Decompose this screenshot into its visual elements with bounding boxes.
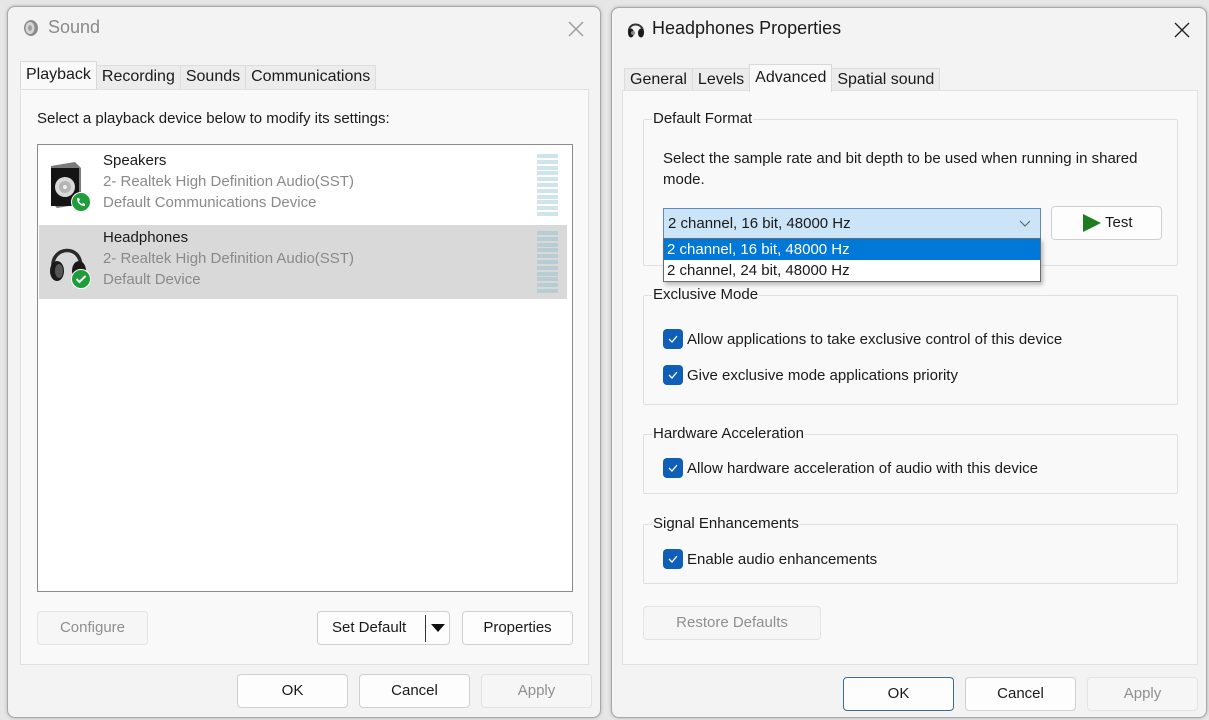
properties-button[interactable]: Properties [462,611,573,645]
props-tabs: General Levels Advanced Spatial sound [624,64,941,92]
exclusive-priority-checkbox-row[interactable]: Give exclusive mode applications priorit… [663,364,958,386]
group-label: Exclusive Mode [652,286,760,303]
set-default-button[interactable]: Set Default [317,611,450,645]
volume-meter [537,154,558,216]
playback-panel: Select a playback device below to modify… [20,89,589,665]
checkbox-checked[interactable] [663,549,683,569]
format-dropdown-list: 2 channel, 16 bit, 48000 Hz 2 channel, 2… [663,238,1041,282]
close-button[interactable] [1168,16,1196,44]
ok-button[interactable]: OK [843,677,954,711]
device-driver: 2- Realtek High Definition Audio(SST) [103,250,354,267]
device-name: Headphones [103,229,189,246]
format-option[interactable]: 2 channel, 24 bit, 48000 Hz [664,260,1040,281]
speaker-icon [22,18,42,38]
window-title: Sound [48,17,101,37]
checkmark-icon [668,371,678,379]
split-divider [425,615,426,642]
format-select[interactable]: 2 channel, 16 bit, 48000 Hz [663,208,1041,239]
format-description: Select the sample rate and bit depth to … [663,150,1138,188]
format-selected-value: 2 channel, 16 bit, 48000 Hz [668,215,851,232]
sound-window: Sound Playback Recording Sounds Communic… [7,6,601,718]
phone-badge-icon [71,192,91,212]
play-icon [1083,214,1101,232]
exclusive-mode-group: Exclusive Mode [643,286,1178,405]
tab-advanced[interactable]: Advanced [749,64,833,92]
tab-general[interactable]: General [624,68,693,92]
device-status: Default Communications Device [103,194,317,211]
sound-tabs: Playback Recording Sounds Communications [20,61,377,89]
tab-playback[interactable]: Playback [20,61,97,89]
volume-meter [537,231,558,293]
ok-button[interactable]: OK [237,674,348,708]
device-status: Default Device [103,271,201,288]
cancel-button[interactable]: Cancel [359,674,470,708]
tab-recording[interactable]: Recording [95,65,181,89]
audio-enhancements-checkbox-row[interactable]: Enable audio enhancements [663,548,877,570]
device-driver: 2- Realtek High Definition Audio(SST) [103,173,354,190]
group-label: Signal Enhancements [652,515,800,532]
tab-spatial-sound[interactable]: Spatial sound [831,68,941,92]
checkbox-label: Give exclusive mode applications priorit… [687,366,958,384]
tab-levels[interactable]: Levels [691,68,751,92]
close-button[interactable] [562,15,590,43]
tab-sounds[interactable]: Sounds [179,65,247,89]
dropdown-arrow-icon[interactable] [431,624,445,632]
set-default-label: Set Default [332,619,407,636]
instruction-text: Select a playback device below to modify… [37,110,390,127]
checkbox-label: Allow applications to take exclusive con… [687,330,1063,348]
exclusive-control-checkbox-row[interactable]: Allow applications to take exclusive con… [663,328,1062,350]
props-titlebar: Headphones Properties [612,8,1206,52]
checkmark-icon [668,335,678,343]
device-list: Speakers 2- Realtek High Definition Audi… [37,144,573,592]
device-name: Speakers [103,152,167,169]
test-label: Test [1105,214,1133,231]
configure-button[interactable]: Configure [37,611,148,645]
tab-communications[interactable]: Communications [245,65,377,89]
checkbox-label: Allow hardware acceleration of audio wit… [687,459,1039,477]
format-option[interactable]: 2 channel, 16 bit, 48000 Hz [664,239,1040,260]
check-badge-icon [71,269,91,289]
checkmark-icon [668,464,678,472]
checkbox-checked[interactable] [663,329,683,349]
headphones-icon [626,19,646,39]
checkbox-label: Enable audio enhancements [687,550,878,568]
close-icon [568,21,584,37]
device-item-speakers[interactable]: Speakers 2- Realtek High Definition Audi… [39,148,567,222]
checkbox-checked[interactable] [663,458,683,478]
checkmark-icon [668,555,678,563]
hardware-acceleration-checkbox-row[interactable]: Allow hardware acceleration of audio wit… [663,457,1038,479]
restore-defaults-button[interactable]: Restore Defaults [643,606,821,640]
chevron-down-icon [1018,211,1032,235]
apply-button[interactable]: Apply [1087,677,1198,711]
headphones-properties-window: Headphones Properties General Levels Adv… [611,7,1207,718]
apply-button[interactable]: Apply [481,674,592,708]
close-icon [1174,22,1190,38]
test-button[interactable]: Test [1051,206,1162,240]
cancel-button[interactable]: Cancel [965,677,1076,711]
advanced-panel: Default Format Select the sample rate an… [622,90,1198,665]
sound-titlebar: Sound [8,7,600,51]
group-label: Default Format [652,110,754,127]
checkbox-checked[interactable] [663,365,683,385]
window-title: Headphones Properties [652,18,842,38]
group-label: Hardware Acceleration [652,425,805,442]
device-item-headphones[interactable]: Headphones 2- Realtek High Definition Au… [39,225,567,299]
